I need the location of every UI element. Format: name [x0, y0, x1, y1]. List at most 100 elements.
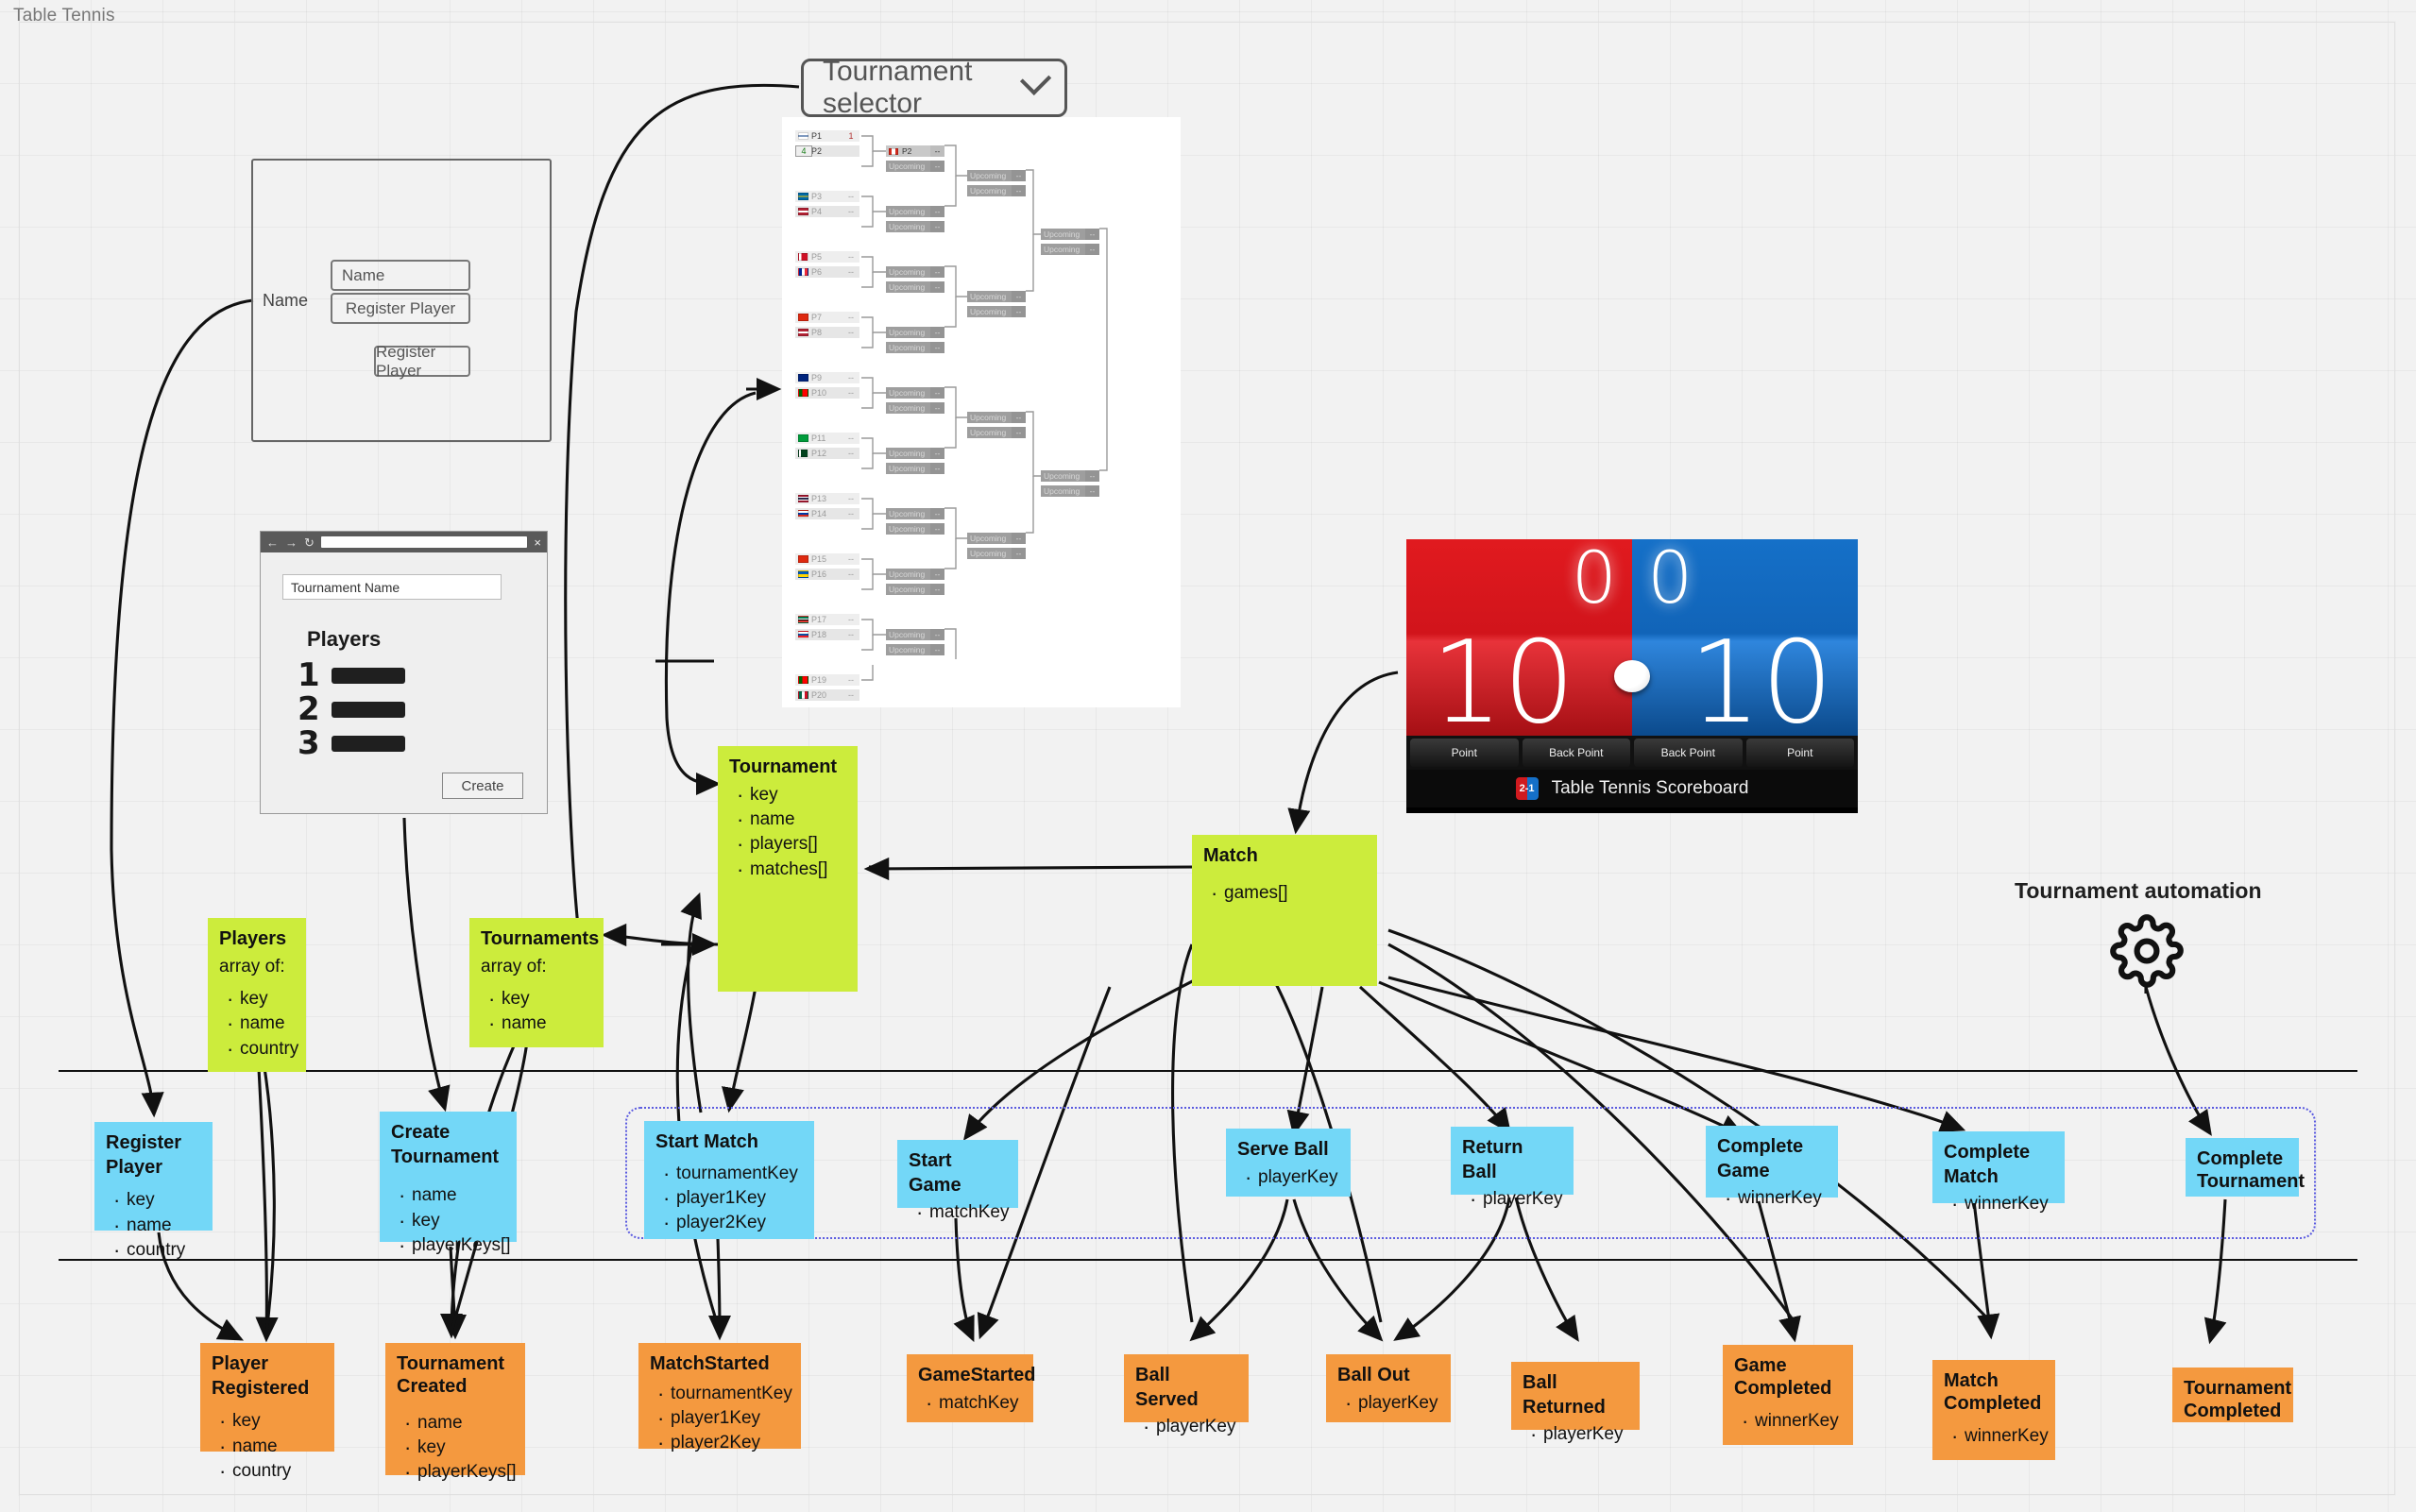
table-tennis-scoreboard[interactable]: 10 0 0 10 Point Back Point Back Point Po… — [1406, 539, 1858, 813]
bracket-seed[interactable]: P10 -- — [795, 387, 859, 399]
back-arrow-icon[interactable]: ← — [266, 536, 279, 549]
seed-score: -- — [848, 328, 854, 337]
slot-label: Upcoming — [889, 464, 926, 473]
bracket-seed[interactable]: P1 1 — [795, 130, 859, 142]
bracket-slot[interactable]: P2 -- — [886, 145, 944, 157]
command-title: Serve Ball — [1237, 1139, 1329, 1160]
field: playerKeys[] — [391, 1232, 511, 1260]
event-match-completed[interactable]: Match Completed winnerKey — [1932, 1360, 2055, 1460]
bracket-seed[interactable]: P20 -- — [795, 689, 859, 701]
bracket-slot[interactable]: Upcoming -- — [886, 327, 944, 338]
bracket-slot[interactable]: Upcoming -- — [1041, 470, 1099, 482]
command-start-game[interactable]: Start Game matchKey — [897, 1140, 1018, 1227]
bracket-seed[interactable]: P5 -- — [795, 251, 859, 263]
bracket-seed[interactable]: P2 4 — [795, 145, 859, 157]
tournament-name-input[interactable]: Tournament Name — [282, 574, 502, 600]
bracket-slot[interactable]: Upcoming -- — [886, 402, 944, 414]
bracket-slot[interactable]: Upcoming -- — [886, 508, 944, 519]
bracket-seed[interactable]: P12 -- — [795, 448, 859, 459]
aggregate-tournaments-title: Tournaments — [481, 928, 600, 949]
bracket-slot[interactable]: Upcoming -- — [967, 533, 1026, 544]
create-button-label: Create — [461, 777, 504, 794]
bracket-seed[interactable]: P4 -- — [795, 206, 859, 217]
bracket-slot[interactable]: Upcoming -- — [1041, 244, 1099, 255]
bracket-slot[interactable]: Upcoming -- — [967, 548, 1026, 559]
player-name-input[interactable]: Name — [331, 260, 470, 291]
bracket-seed[interactable]: P7 -- — [795, 312, 859, 323]
command-complete-game[interactable]: Complete Game winnerKey — [1706, 1126, 1838, 1213]
country-flag-icon — [798, 329, 808, 336]
bracket-slot[interactable]: Upcoming -- — [886, 523, 944, 535]
event-ball-served[interactable]: Ball Served playerKey — [1124, 1354, 1249, 1441]
bracket-slot[interactable]: Upcoming -- — [967, 185, 1026, 196]
event-game-started[interactable]: GameStarted matchKey — [907, 1354, 1036, 1422]
bracket-slot[interactable]: Upcoming -- — [886, 629, 944, 640]
bracket-seed[interactable]: P16 -- — [795, 569, 859, 580]
tournament-bracket[interactable]: P1 1 P2 4 P3 -- P4 -- P5 -- P6 -- P7 -- P8 -- P9 -- P10 -- P… — [782, 117, 1181, 707]
aggregate-players[interactable]: Players array of: key name country — [208, 918, 306, 1072]
bracket-slot[interactable]: Upcoming -- — [886, 206, 944, 217]
aggregate-match[interactable]: Match games[] — [1192, 835, 1377, 986]
event-ball-returned[interactable]: Ball Returned playerKey — [1511, 1362, 1640, 1449]
bracket-slot[interactable]: Upcoming -- — [886, 584, 944, 595]
register-player-inline-button[interactable]: Register Player — [331, 293, 470, 324]
bracket-slot[interactable]: Upcoming -- — [886, 266, 944, 278]
bracket-seed[interactable]: P14 -- — [795, 508, 859, 519]
player-slot-row[interactable]: 1 — [298, 659, 405, 691]
bracket-seed[interactable]: P3 -- — [795, 191, 859, 202]
bracket-slot[interactable]: Upcoming -- — [886, 342, 944, 353]
bracket-slot[interactable]: Upcoming -- — [886, 161, 944, 172]
event-ball-out[interactable]: Ball Out playerKey — [1326, 1354, 1451, 1422]
command-serve-ball[interactable]: Serve Ball playerKey — [1226, 1129, 1351, 1197]
command-register-player[interactable]: Register Player key name country — [94, 1122, 213, 1264]
bracket-seed[interactable]: P6 -- — [795, 266, 859, 278]
bracket-slot[interactable]: Upcoming -- — [1041, 229, 1099, 240]
bracket-slot[interactable]: Upcoming -- — [967, 427, 1026, 438]
close-icon[interactable]: × — [534, 535, 541, 550]
forward-arrow-icon[interactable]: → — [285, 536, 298, 549]
bracket-seed[interactable]: P19 -- — [795, 674, 859, 686]
player-slot-row[interactable]: 3 — [298, 727, 405, 759]
bracket-slot[interactable]: Upcoming -- — [967, 306, 1026, 317]
field: key — [391, 1207, 505, 1234]
bracket-seed[interactable]: P8 -- — [795, 327, 859, 338]
command-return-ball[interactable]: Return Ball playerKey — [1451, 1127, 1574, 1214]
event-tournament-completed[interactable]: Tournament Completed — [2172, 1368, 2293, 1422]
bracket-slot[interactable]: Upcoming -- — [967, 291, 1026, 302]
command-complete-tournament[interactable]: Complete Tournament — [2186, 1138, 2305, 1197]
command-create-tournament[interactable]: Create Tournament name key playerKeys[] — [380, 1112, 517, 1259]
bracket-slot[interactable]: Upcoming -- — [886, 281, 944, 293]
bracket-slot[interactable]: Upcoming -- — [1041, 485, 1099, 497]
aggregate-tournament[interactable]: Tournament key name players[] matches[] — [718, 746, 858, 992]
tournament-selector[interactable]: Tournament selector — [801, 56, 1067, 119]
register-player-button[interactable]: Register Player — [374, 343, 470, 380]
bracket-slot[interactable]: Upcoming -- — [967, 170, 1026, 181]
event-tournament-created[interactable]: Tournament Created name key playerKeys[] — [385, 1343, 525, 1487]
aggregate-tournament-title: Tournament — [729, 756, 838, 777]
bracket-slot[interactable]: Upcoming -- — [886, 387, 944, 399]
bracket-seed[interactable]: P18 -- — [795, 629, 859, 640]
player-slot-row[interactable]: 2 — [298, 693, 405, 725]
bracket-slot[interactable]: Upcoming -- — [886, 463, 944, 474]
bracket-slot[interactable]: Upcoming -- — [886, 221, 944, 232]
bracket-seed[interactable]: P9 -- — [795, 372, 859, 383]
event-player-registered[interactable]: Player Registered key name country — [200, 1343, 334, 1485]
command-start-match[interactable]: Start Match tournamentKey player1Key pla… — [644, 1121, 814, 1239]
reload-icon[interactable]: ↻ — [304, 536, 315, 549]
aggregate-tournaments[interactable]: Tournaments array of: key name — [469, 918, 604, 1047]
bracket-seed[interactable]: P17 -- — [795, 614, 859, 625]
bracket-seed[interactable]: P13 -- — [795, 493, 859, 504]
bracket-slot[interactable]: Upcoming -- — [886, 448, 944, 459]
event-match-started[interactable]: MatchStarted tournamentKey player1Key pl… — [638, 1343, 801, 1457]
url-input[interactable] — [320, 536, 528, 548]
bracket-slot[interactable]: Upcoming -- — [967, 412, 1026, 423]
event-game-completed[interactable]: Game Completed winnerKey — [1723, 1345, 1853, 1445]
bracket-seed[interactable]: P15 -- — [795, 553, 859, 565]
aggregate-players-title: Players — [219, 928, 287, 949]
bracket-slot[interactable]: Upcoming -- — [886, 569, 944, 580]
slot-label: Upcoming — [889, 282, 926, 292]
bracket-slot[interactable]: Upcoming -- — [886, 644, 944, 655]
command-complete-match[interactable]: Complete Match winnerKey — [1932, 1131, 2065, 1218]
create-tournament-button[interactable]: Create — [442, 773, 523, 799]
bracket-seed[interactable]: P11 -- — [795, 433, 859, 444]
